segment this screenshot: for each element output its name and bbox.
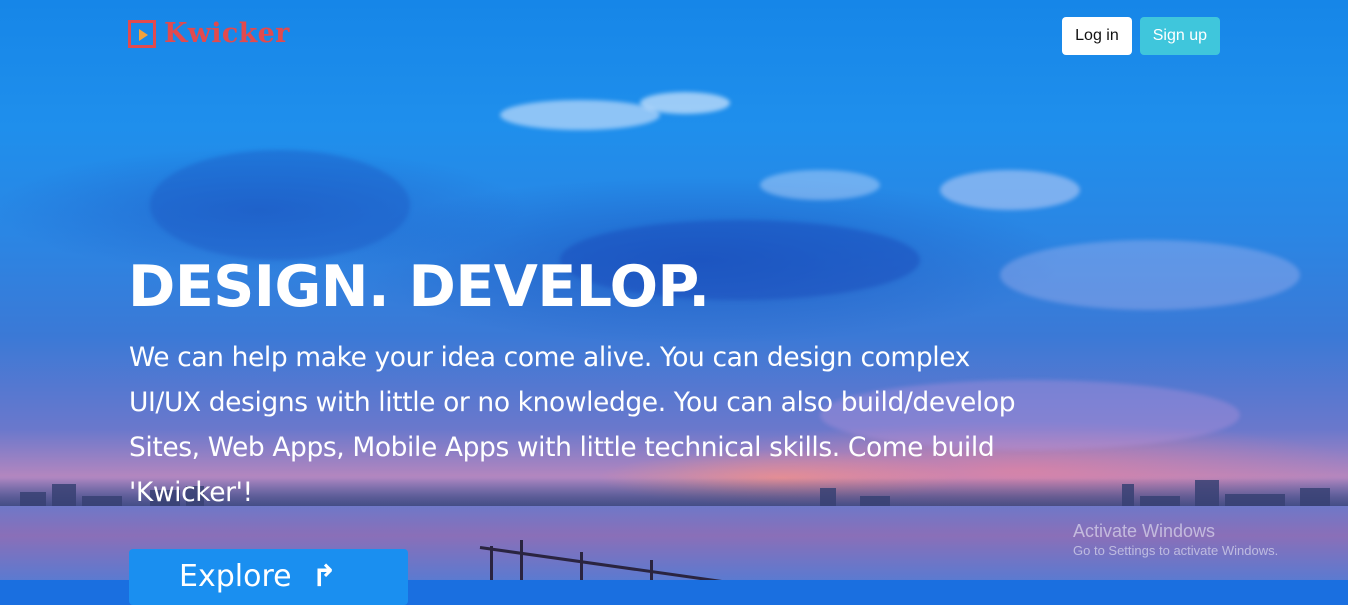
signup-button[interactable]: Sign up <box>1139 17 1220 55</box>
login-button[interactable]: Log in <box>1062 17 1132 55</box>
hero-headline: DESIGN. DEVELOP. <box>128 254 710 320</box>
hero-lead-text: We can help make your idea come alive. Y… <box>129 342 1016 508</box>
explore-button[interactable]: Explore ↱ <box>129 549 408 605</box>
brand-logo[interactable]: Kwicker <box>128 20 290 48</box>
navbar: Kwicker Log in Sign up <box>128 16 1220 56</box>
arrow-icon: ↱ <box>311 559 337 594</box>
windows-activation-watermark: Activate Windows Go to Settings to activ… <box>1073 520 1278 560</box>
nav-buttons: Log in Sign up <box>1062 17 1220 55</box>
watermark-subtitle: Go to Settings to activate Windows. <box>1073 543 1279 558</box>
watermark-title: Activate Windows <box>1073 521 1216 541</box>
brand-name: Kwicker <box>164 18 290 49</box>
explore-label: Explore <box>179 559 292 594</box>
play-icon <box>128 20 156 48</box>
